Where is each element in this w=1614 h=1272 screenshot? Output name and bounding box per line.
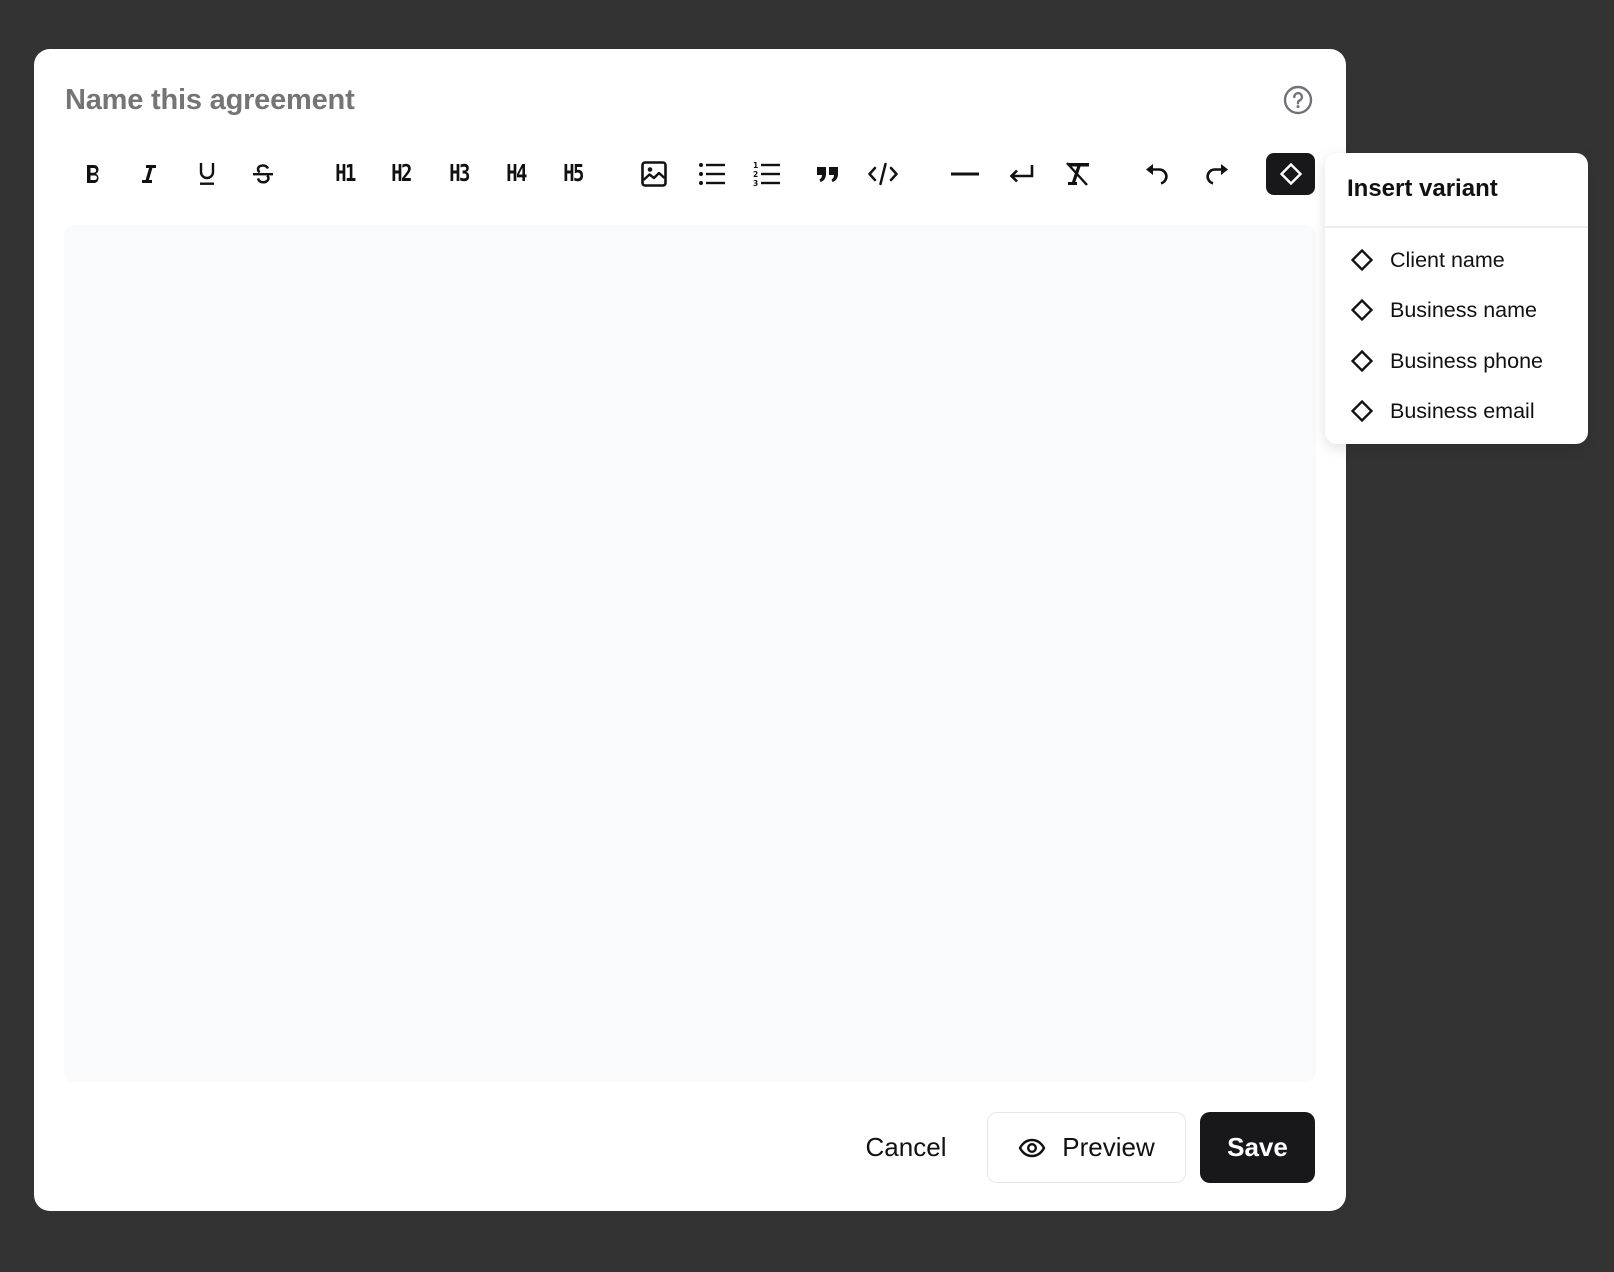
rich-text-editor[interactable] — [64, 225, 1316, 1082]
insert-image-button[interactable] — [634, 153, 674, 195]
horizontal-rule-button[interactable] — [945, 153, 985, 195]
variant-item-business-phone[interactable]: Business phone — [1335, 340, 1578, 382]
agreement-editor-dialog: H1 H2 H3 H4 H5 123 — [34, 49, 1346, 1211]
cancel-button[interactable]: Cancel — [846, 1112, 966, 1183]
variant-item-label: Business email — [1390, 398, 1535, 423]
bullet-list-icon — [699, 163, 725, 185]
preview-button[interactable]: Preview — [987, 1112, 1186, 1183]
insert-variant-button[interactable] — [1266, 153, 1315, 195]
quote-icon — [817, 167, 838, 182]
menu-divider — [1325, 226, 1588, 228]
heading-5-button[interactable]: H5 — [557, 153, 590, 195]
ordered-list-icon: 123 — [753, 161, 780, 187]
help-button[interactable] — [1283, 85, 1313, 115]
clear-formatting-icon — [1066, 162, 1089, 186]
svg-text:3: 3 — [753, 179, 758, 187]
agreement-name-input[interactable] — [65, 84, 965, 117]
bullet-list-button[interactable] — [692, 153, 732, 195]
heading-1-button[interactable]: H1 — [329, 153, 362, 195]
heading-3-button[interactable]: H3 — [443, 153, 476, 195]
hard-break-button[interactable] — [1002, 153, 1042, 195]
variant-item-label: Business phone — [1390, 348, 1543, 373]
horizontal-rule-icon — [951, 172, 979, 176]
italic-icon — [142, 165, 156, 183]
insert-variant-title: Insert variant — [1347, 175, 1498, 202]
italic-button[interactable] — [129, 153, 169, 195]
question-circle-icon — [1283, 85, 1313, 115]
heading-2-button[interactable]: H2 — [385, 153, 418, 195]
underline-button[interactable] — [187, 153, 227, 195]
diamond-icon — [1350, 248, 1374, 272]
diamond-icon — [1350, 349, 1374, 373]
preview-label: Preview — [1062, 1132, 1155, 1162]
variant-item-label: Business name — [1390, 297, 1537, 322]
clear-formatting-button[interactable] — [1058, 153, 1098, 195]
variant-item-label: Client name — [1390, 247, 1505, 272]
save-button[interactable]: Save — [1200, 1112, 1315, 1183]
redo-icon — [1206, 164, 1228, 185]
svg-text:2: 2 — [753, 170, 758, 179]
bold-icon — [87, 165, 99, 183]
code-icon — [868, 162, 898, 186]
diamond-icon — [1350, 399, 1374, 423]
diamond-icon — [1279, 162, 1302, 186]
undo-icon — [1146, 164, 1168, 185]
redo-button[interactable] — [1197, 153, 1237, 195]
svg-text:1: 1 — [753, 161, 758, 170]
line-break-icon — [1009, 165, 1034, 183]
variant-item-client-name[interactable]: Client name — [1335, 239, 1578, 281]
eye-icon — [1019, 1138, 1046, 1157]
variant-item-business-email[interactable]: Business email — [1335, 390, 1578, 432]
diamond-icon — [1350, 298, 1374, 322]
undo-button[interactable] — [1137, 153, 1177, 195]
image-icon — [641, 161, 667, 187]
blockquote-button[interactable] — [808, 153, 848, 195]
insert-variant-menu: Insert variant Client name Business name… — [1325, 153, 1588, 444]
bold-button[interactable] — [73, 153, 113, 195]
save-label: Save — [1227, 1132, 1288, 1162]
cancel-label: Cancel — [865, 1132, 947, 1162]
variant-item-business-name[interactable]: Business name — [1335, 289, 1578, 331]
strikethrough-button[interactable] — [243, 153, 283, 195]
underline-icon — [199, 163, 215, 185]
ordered-list-button[interactable]: 123 — [747, 153, 787, 195]
heading-4-button[interactable]: H4 — [500, 153, 533, 195]
strikethrough-icon — [253, 164, 273, 184]
code-button[interactable] — [863, 153, 903, 195]
